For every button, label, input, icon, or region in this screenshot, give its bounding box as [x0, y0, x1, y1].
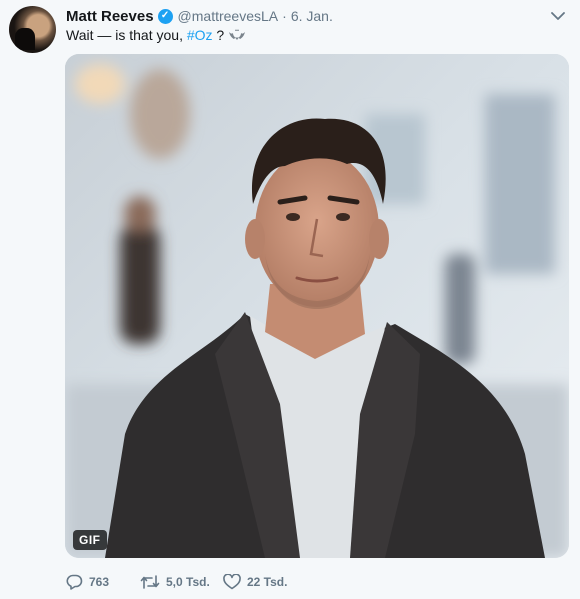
hashtag-link[interactable]: #Oz [187, 26, 213, 44]
tweet-text-end: ? [212, 27, 225, 43]
reply-icon [66, 574, 83, 590]
retweet-count: 5,0 Tsd. [166, 575, 210, 589]
chevron-down-icon[interactable] [550, 8, 566, 24]
tweet-date[interactable]: 6. Jan. [291, 8, 333, 24]
tweet[interactable]: Matt Reeves ✓ @mattreevesLA · 6. Jan. Wa… [0, 0, 580, 599]
avatar[interactable] [9, 6, 56, 53]
retweet-icon [140, 575, 160, 589]
heart-icon [223, 574, 241, 590]
gif-badge: GIF [73, 530, 107, 550]
like-button[interactable]: 22 Tsd. [223, 574, 287, 590]
tweet-text-start: Wait — is that you, [66, 27, 187, 43]
gif-media[interactable]: GIF [65, 54, 569, 558]
verified-badge-icon: ✓ [157, 8, 173, 24]
retweet-button[interactable]: 5,0 Tsd. [140, 574, 223, 590]
reply-button[interactable]: 763 [66, 574, 140, 590]
author-handle[interactable]: @mattreevesLA [178, 8, 279, 24]
tweet-actions: 763 5,0 Tsd. 22 Tsd. [66, 573, 287, 591]
separator-dot: · [282, 8, 287, 24]
reply-count: 763 [89, 575, 110, 589]
tweet-header: Matt Reeves ✓ @mattreevesLA · 6. Jan. [66, 6, 333, 26]
author-name[interactable]: Matt Reeves [66, 8, 154, 25]
gif-frame-illustration [65, 54, 569, 558]
like-count: 22 Tsd. [247, 575, 288, 589]
bat-emoji-icon [229, 29, 246, 41]
tweet-text: Wait — is that you, #Oz ? [66, 26, 246, 44]
